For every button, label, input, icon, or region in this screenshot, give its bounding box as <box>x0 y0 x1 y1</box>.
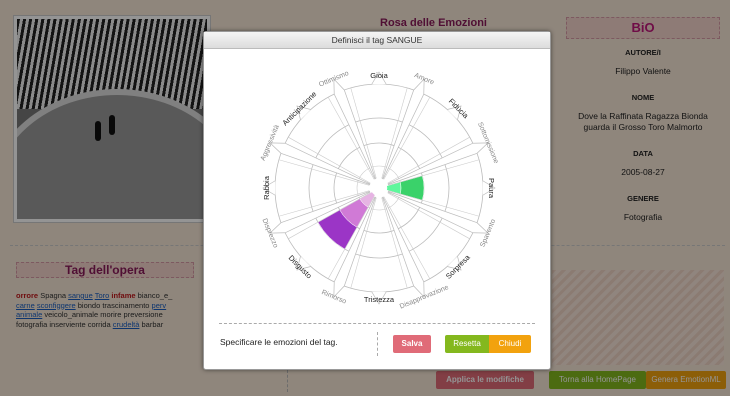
reset-button[interactable]: Resetta <box>445 335 489 353</box>
compound-petal <box>269 142 371 185</box>
emotion-rose[interactable]: Gioia AmoreFiduciaSottomissionePauraSpave… <box>224 50 534 322</box>
dialog-title: Definisci il tag SANGUE <box>204 32 550 49</box>
save-button[interactable]: Salva <box>393 335 431 353</box>
emotion-label-gioia: Gioia <box>370 71 388 80</box>
compound-petal <box>387 142 489 185</box>
emotion-label-rabbia: Rabbia <box>262 175 271 200</box>
grid-circle <box>274 83 484 293</box>
close-button[interactable]: Chiudi <box>489 335 531 353</box>
compound-petal <box>382 196 425 298</box>
emotion-label-anticipazione: Anticipazione <box>280 89 318 127</box>
footer-separator <box>377 332 378 356</box>
dialog-footer-divider <box>219 323 535 324</box>
emotion-label-tristezza: Tristezza <box>364 295 395 304</box>
compound-petal <box>333 78 376 180</box>
compound-petal <box>382 78 425 180</box>
compound-petal <box>387 191 489 234</box>
tag-dialog: Definisci il tag SANGUE Gioia Amore Fiduci… <box>203 31 551 370</box>
dialog-instructions: Specificare le emozioni del tag. <box>220 337 338 347</box>
emotion-label-paura: Paura <box>487 178 496 199</box>
